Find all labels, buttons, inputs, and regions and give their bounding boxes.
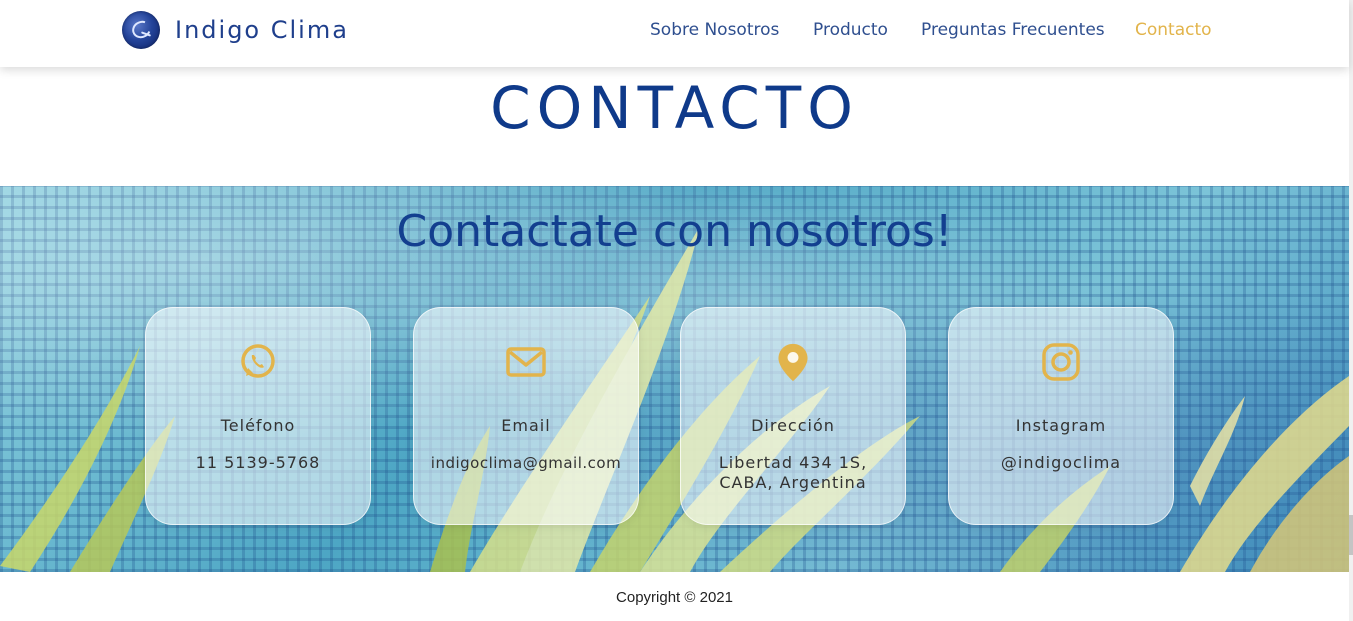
contact-card-email[interactable]: Email indigoclima@gmail.com <box>413 307 639 525</box>
contact-card-phone[interactable]: Teléfono 11 5139-5768 <box>145 307 371 525</box>
scrollbar-thumb[interactable] <box>1349 515 1353 555</box>
contact-card-instagram[interactable]: Instagram @indigoclima <box>948 307 1174 525</box>
nav-link-contacto[interactable]: Contacto <box>1135 20 1212 40</box>
site-footer: Copyright © 2021 <box>0 572 1349 621</box>
copyright-text: Copyright © 2021 <box>616 589 733 606</box>
main-nav: Sobre Nosotros Producto Preguntas Frecue… <box>0 20 1349 44</box>
contact-hero: Contactate con nosotros! Teléfono 11 513… <box>0 186 1349 572</box>
phone-number[interactable]: 11 5139-5768 <box>146 453 370 473</box>
nav-link-producto[interactable]: Producto <box>813 20 888 40</box>
whatsapp-icon <box>241 344 275 378</box>
card-label-email: Email <box>501 416 551 435</box>
map-pin-icon <box>778 343 808 382</box>
envelope-icon <box>506 347 546 377</box>
nav-link-sobre-nosotros[interactable]: Sobre Nosotros <box>650 20 779 40</box>
contact-heading: Contactate con nosotros! <box>396 206 953 257</box>
street-address[interactable]: Libertad 434 1S, CABA, Argentina <box>693 453 893 493</box>
card-label-phone: Teléfono <box>220 416 296 435</box>
card-label-instagram: Instagram <box>1015 416 1107 435</box>
page-title: CONTACTO <box>490 74 859 142</box>
instagram-handle[interactable]: @indigoclima <box>949 453 1173 473</box>
contact-card-address[interactable]: Dirección Libertad 434 1S, CABA, Argenti… <box>680 307 906 525</box>
email-address[interactable]: indigoclima@gmail.com <box>414 453 638 473</box>
site-header: Indigo Clima Sobre Nosotros Producto Pre… <box>0 0 1349 67</box>
card-label-address: Dirección <box>751 416 835 435</box>
instagram-icon <box>1042 343 1080 381</box>
nav-link-preguntas-frecuentes[interactable]: Preguntas Frecuentes <box>921 20 1105 40</box>
